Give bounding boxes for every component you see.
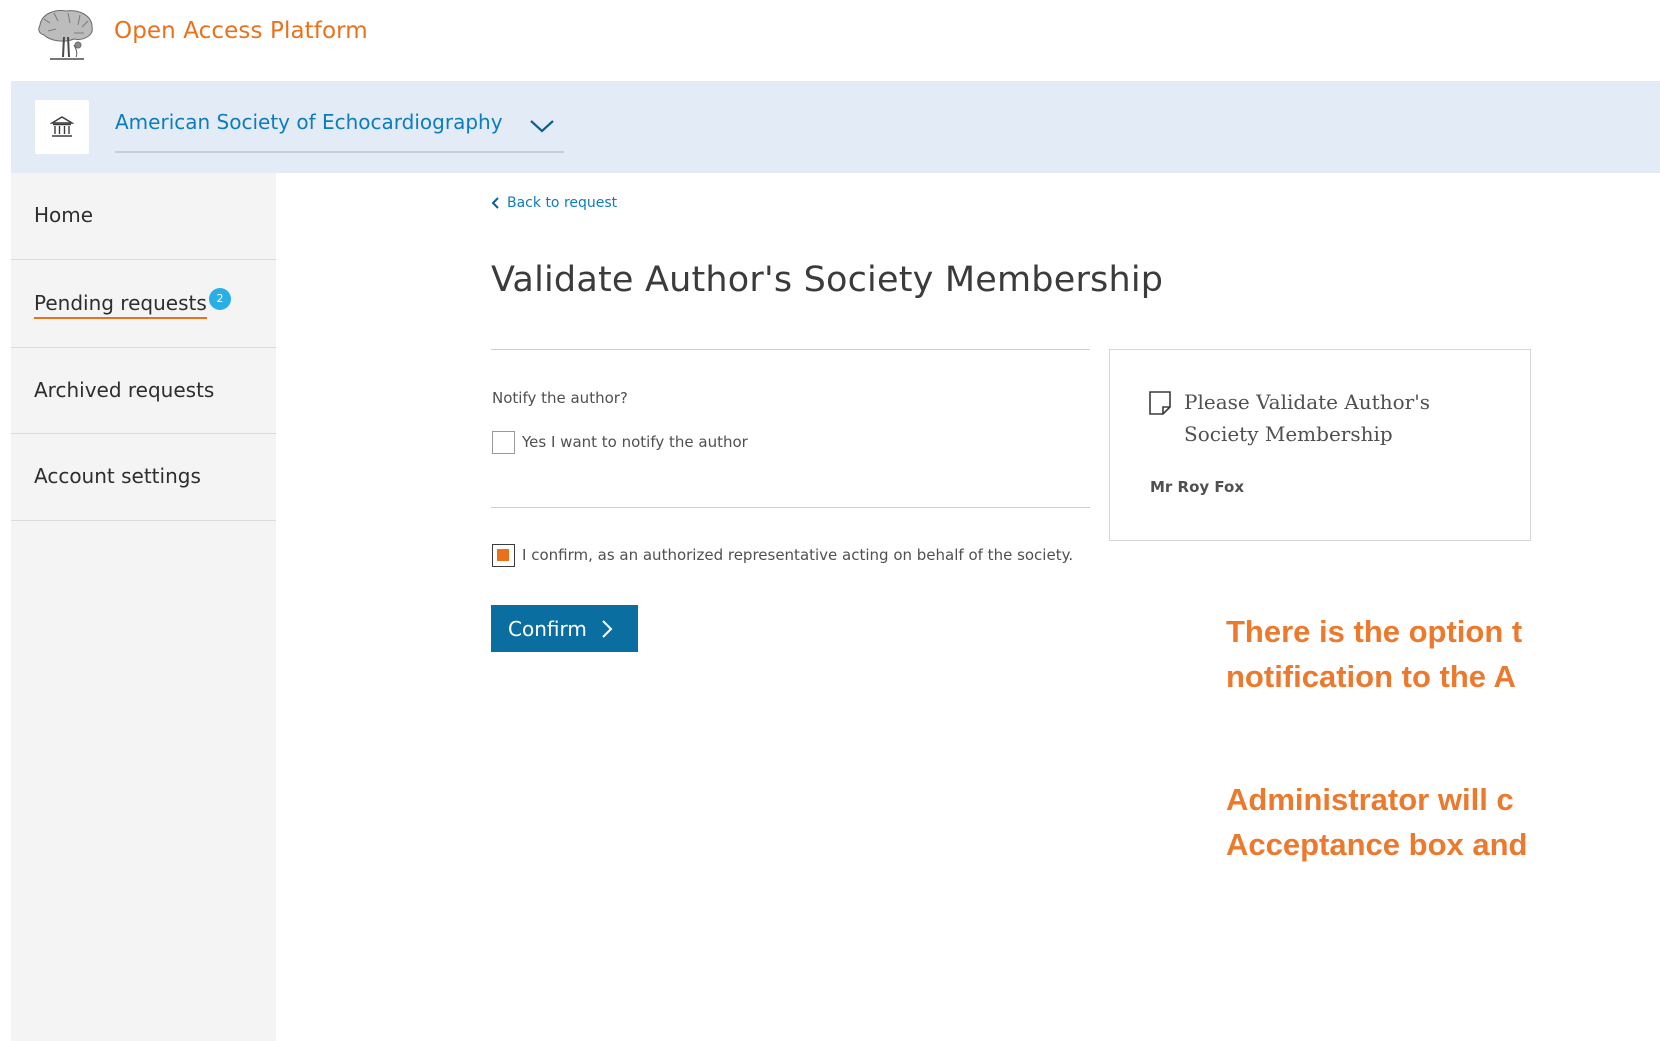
document-icon xyxy=(1149,391,1171,415)
back-to-request-link[interactable]: Back to request xyxy=(491,195,617,211)
back-link-label: Back to request xyxy=(507,195,618,211)
app-title[interactable]: Open Access Platform xyxy=(114,18,368,44)
confirm-representative-checkbox[interactable] xyxy=(492,544,515,567)
confirm-button-label: Confirm xyxy=(508,616,587,641)
confirm-button[interactable]: Confirm xyxy=(491,605,638,652)
top-header: Open Access Platform xyxy=(0,0,1660,80)
request-summary-card: Please Validate Author's Society Members… xyxy=(1109,349,1531,541)
annotation-note-line: Administrator will c xyxy=(1226,782,1514,817)
sidebar-item-account-settings[interactable]: Account settings xyxy=(11,434,276,521)
divider xyxy=(491,349,1090,350)
page-title: Validate Author's Society Membership xyxy=(491,260,1164,300)
annotation-note-line: Acceptance box and xyxy=(1226,827,1528,862)
sidebar-item-label: Account settings xyxy=(34,464,201,488)
society-name: American Society of Echocardiography xyxy=(115,110,503,134)
sidebar-item-label: Archived requests xyxy=(34,378,215,402)
chevron-down-icon xyxy=(530,120,554,133)
notify-question: Notify the author? xyxy=(492,389,628,407)
sidebar-item-pending-requests[interactable]: Pending requests 2 xyxy=(11,260,276,348)
author-name: Mr Roy Fox xyxy=(1150,478,1245,496)
annotation-note-line: notification to the A xyxy=(1226,659,1516,694)
institution-icon xyxy=(35,100,89,154)
annotation-note-line: There is the option t xyxy=(1226,614,1523,649)
society-selector[interactable]: American Society of Echocardiography xyxy=(115,109,564,153)
pending-count-badge: 2 xyxy=(209,288,231,310)
sidebar-item-label: Pending requests xyxy=(34,291,207,319)
sidebar: Home Pending requests 2 Archived request… xyxy=(11,173,276,1041)
sidebar-item-home[interactable]: Home xyxy=(11,173,276,260)
confirm-representative-label[interactable]: I confirm, as an authorized representati… xyxy=(522,546,1073,564)
sidebar-item-label: Home xyxy=(34,203,94,227)
notify-author-checkbox[interactable] xyxy=(492,431,515,454)
elsevier-tree-logo-icon[interactable] xyxy=(34,7,98,63)
card-title: Please Validate Author's Society Members… xyxy=(1184,390,1430,446)
society-bar: American Society of Echocardiography xyxy=(11,81,1660,173)
chevron-left-icon xyxy=(491,197,499,209)
sidebar-item-archived-requests[interactable]: Archived requests xyxy=(11,348,276,434)
notify-author-label[interactable]: Yes I want to notify the author xyxy=(522,433,748,451)
divider xyxy=(491,507,1090,508)
chevron-right-icon xyxy=(602,619,613,638)
